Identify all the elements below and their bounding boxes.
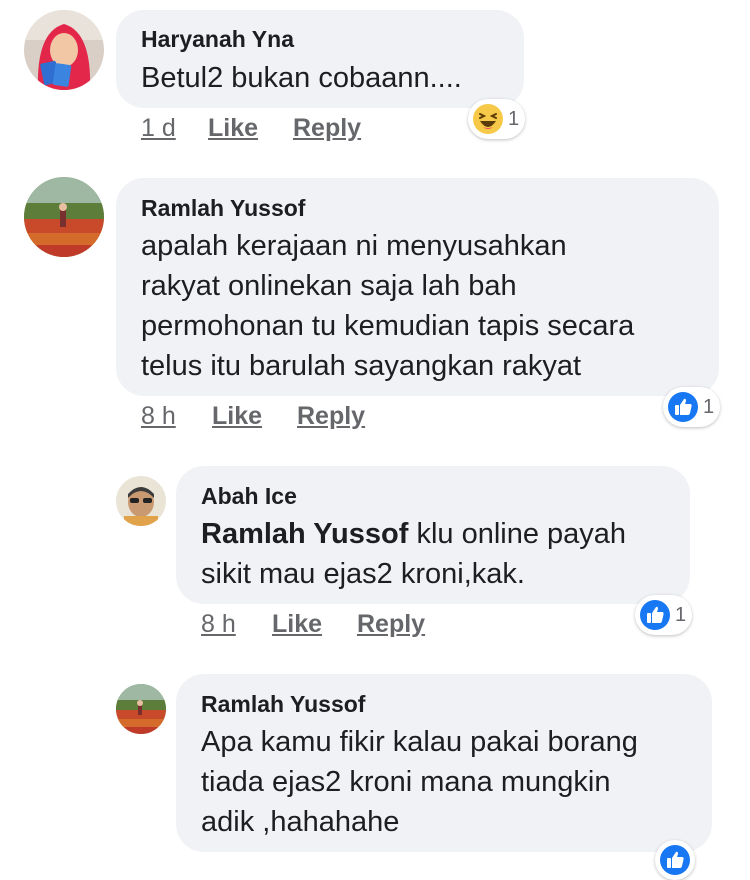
comment-text: Betul2 bukan cobaann....: [141, 62, 462, 94]
reaction-count: 1: [508, 107, 520, 130]
like-button[interactable]: Like: [208, 114, 258, 143]
avatar[interactable]: [116, 476, 166, 526]
reply-button[interactable]: Reply: [357, 610, 425, 639]
comment-timestamp[interactable]: 8 h: [141, 402, 176, 431]
reaction-count: 1: [675, 603, 687, 626]
comment-author[interactable]: Abah Ice: [201, 483, 297, 510]
like-thumb-icon: [640, 600, 670, 630]
comment-timestamp[interactable]: 8 h: [201, 610, 236, 639]
reply-button[interactable]: Reply: [297, 402, 365, 431]
reaction-badge[interactable]: 1: [468, 99, 526, 139]
haha-emoji-icon: [473, 104, 503, 134]
comment-text: Apa kamu fikir kalau pakai borang tiada …: [201, 726, 638, 838]
like-button[interactable]: Like: [272, 610, 322, 639]
comment-timestamp[interactable]: 1 d: [141, 114, 176, 143]
comment-text: Ramlah Yussof klu online payah sikit mau…: [201, 518, 627, 590]
comment-text-inline: klu online payah: [408, 518, 627, 550]
comment-author[interactable]: Haryanah Yna: [141, 26, 294, 53]
avatar[interactable]: [116, 684, 166, 734]
comment-author[interactable]: Ramlah Yussof: [201, 691, 365, 718]
mention-link[interactable]: Ramlah Yussof: [201, 518, 408, 550]
reply-button[interactable]: Reply: [293, 114, 361, 143]
like-thumb-icon: [660, 845, 690, 875]
comment-author[interactable]: Ramlah Yussof: [141, 195, 305, 222]
avatar[interactable]: [24, 10, 104, 90]
like-thumb-icon: [668, 392, 698, 422]
reaction-badge[interactable]: 1: [663, 387, 721, 427]
like-button[interactable]: Like: [212, 402, 262, 431]
reaction-badge[interactable]: 1: [635, 595, 693, 635]
avatar[interactable]: [24, 177, 104, 257]
comment-text: apalah kerajaan ni menyusahkan rakyat on…: [141, 230, 635, 382]
reaction-count: 1: [703, 395, 715, 418]
reaction-badge[interactable]: [655, 840, 695, 880]
